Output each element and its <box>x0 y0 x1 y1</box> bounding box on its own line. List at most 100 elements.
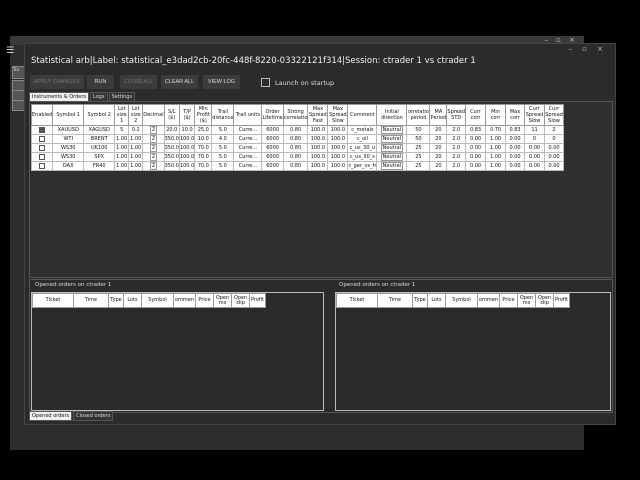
cell-cp[interactable]: 25 <box>406 161 431 171</box>
col-min-profit[interactable]: Min Profit ($) <box>194 104 213 126</box>
cell-cm[interactable]: c_us_30_s <box>347 152 378 162</box>
cell-s2[interactable]: FR40 <box>83 161 116 171</box>
col-spread-std[interactable]: Spread STD <box>446 104 467 126</box>
orders-left-col-price[interactable]: Price <box>195 293 214 308</box>
enabled-cell[interactable] <box>30 161 54 171</box>
orders-right-col-open-ms[interactable]: Open ms <box>517 293 536 308</box>
cell-cs2[interactable]: 0.00 <box>544 161 565 171</box>
col-trail-units[interactable]: Trail units <box>233 104 263 126</box>
cell-cc[interactable]: 0.00 <box>465 134 487 144</box>
cell-mn[interactable]: 0.70 <box>485 125 507 135</box>
decimals-dropdown[interactable]: 2 <box>149 126 157 134</box>
cell-mss[interactable]: 100.0 <box>327 161 349 171</box>
cell-mp[interactable]: 10.0 <box>194 134 213 144</box>
cell-cs2[interactable]: 0 <box>544 134 565 144</box>
orders-left-col-ticket[interactable]: Ticket <box>32 293 74 308</box>
cell-mx[interactable]: 0.00 <box>505 143 526 153</box>
cell-msf[interactable]: 100.0 <box>307 161 329 171</box>
orders-right-col-time[interactable]: Time <box>377 293 413 308</box>
cell-l1[interactable]: 5 <box>114 125 130 135</box>
orders-right-col-comment[interactable]: ommen <box>477 293 500 308</box>
table-row[interactable]: DAX FR40 1.00 1.00 2 350.0 100.0 70.0 5.0 Curre..… <box>30 161 565 171</box>
cell-s2[interactable]: SPX <box>83 152 116 162</box>
cell-ol[interactable]: 6000 <box>261 161 284 171</box>
cell-dec[interactable]: 2 <box>142 125 165 135</box>
cell-s1[interactable]: WS30 <box>52 152 85 162</box>
cell-dec[interactable]: 2 <box>142 152 165 162</box>
orders-right-col-open-slip[interactable]: Open slip <box>535 293 554 308</box>
decimals-dropdown[interactable]: 2 <box>149 135 157 143</box>
cell-cp[interactable]: 50 <box>406 125 431 135</box>
orders-right-col-price[interactable]: Price <box>499 293 518 308</box>
cell-mss[interactable]: 100.0 <box>327 143 349 153</box>
col-max-spread-fast[interactable]: Max Spread Fast <box>307 104 329 126</box>
cell-cs1[interactable]: 0.00 <box>524 152 546 162</box>
cell-s1[interactable]: WS30 <box>52 143 85 153</box>
col-enabled[interactable]: Enabled <box>30 104 54 126</box>
cell-cs2[interactable]: 2 <box>544 125 565 135</box>
cell-mp[interactable]: 25.0 <box>194 125 213 135</box>
col-curr-spread-1[interactable]: Curr Spread Slow <box>524 104 546 126</box>
cell-std[interactable]: 2.0 <box>446 134 467 144</box>
cell-l2[interactable]: 1.00 <box>128 161 144 171</box>
col-correlation-period[interactable]: orrelatio period <box>406 104 431 126</box>
direction-dropdown[interactable]: Neutral <box>380 135 404 143</box>
table-row[interactable]: WTI BRENT 1.00 1.00 2 350.0 100.0 10.0 4.0 Curre.… <box>30 134 565 144</box>
cell-dir[interactable]: Neutral <box>376 152 408 162</box>
cell-ma[interactable]: 20 <box>429 161 448 171</box>
cell-sc[interactable]: 0.80 <box>282 143 309 153</box>
enabled-cell[interactable] <box>30 152 54 162</box>
enabled-checkbox[interactable] <box>39 162 46 169</box>
tab-opened-orders[interactable]: Opened orders <box>29 411 73 421</box>
cell-dir[interactable]: Neutral <box>376 161 408 171</box>
cell-td[interactable]: 5.0 <box>211 143 235 153</box>
cell-dir[interactable]: Neutral <box>376 125 408 135</box>
cell-mp[interactable]: 70.0 <box>194 161 213 171</box>
cell-msf[interactable]: 100.0 <box>307 152 329 162</box>
cell-sl[interactable]: 350.0 <box>163 161 180 171</box>
cell-mss[interactable]: 100.0 <box>327 134 349 144</box>
cell-sc[interactable]: 0.80 <box>282 125 309 135</box>
cell-sl[interactable]: 350.0 <box>163 152 180 162</box>
cell-cp[interactable]: 25 <box>406 143 431 153</box>
cell-cp[interactable]: 25 <box>406 152 431 162</box>
col-max-spread-slow[interactable]: Max Spread Slow <box>327 104 349 126</box>
cell-l1[interactable]: 1.00 <box>114 143 130 153</box>
col-decimals[interactable]: Decimal <box>142 104 165 126</box>
cell-s2[interactable]: BRENT <box>83 134 116 144</box>
hamburger-menu-icon[interactable]: ☰ <box>6 46 14 56</box>
launch-on-startup[interactable]: Launch on startup <box>261 78 334 87</box>
cell-tp[interactable]: 100.0 <box>178 161 196 171</box>
cell-mx[interactable]: 0.00 <box>505 161 526 171</box>
cell-cm[interactable]: c_metals <box>347 125 378 135</box>
cell-tp[interactable]: 100.0 <box>178 143 196 153</box>
cell-mx[interactable]: 0.00 <box>505 134 526 144</box>
cell-dir[interactable]: Neutral <box>376 143 408 153</box>
cell-std[interactable]: 2.0 <box>446 143 467 153</box>
cell-cm[interactable]: c_oil <box>347 134 378 144</box>
enabled-cell[interactable] <box>30 134 54 144</box>
cell-cm[interactable]: c_ger_vs_fr <box>347 161 378 171</box>
orders-right-col-lots[interactable]: Lots <box>427 293 446 308</box>
cell-td[interactable]: 4.0 <box>211 134 235 144</box>
cell-sc[interactable]: 0.80 <box>282 134 309 144</box>
cell-dec[interactable]: 2 <box>142 134 165 144</box>
cell-sc[interactable]: 0.80 <box>282 161 309 171</box>
view-log-button[interactable]: VIEW LOG <box>203 75 240 89</box>
cell-tu[interactable]: Curre... <box>233 134 263 144</box>
enabled-checkbox[interactable] <box>39 126 46 133</box>
cell-s1[interactable]: DAX <box>52 161 85 171</box>
col-trail-distance[interactable]: Trail distance <box>211 104 235 126</box>
cell-ma[interactable]: 20 <box>429 125 448 135</box>
decimals-dropdown[interactable]: 2 <box>149 144 157 152</box>
cell-tp[interactable]: 10.0 <box>178 125 196 135</box>
cell-tu[interactable]: Curre... <box>233 161 263 171</box>
cell-s2[interactable]: UK100 <box>83 143 116 153</box>
cell-mx[interactable]: 0.00 <box>505 152 526 162</box>
col-max-corr[interactable]: Max corr <box>505 104 526 126</box>
cell-sl[interactable]: 350.0 <box>163 143 180 153</box>
cell-l1[interactable]: 1.00 <box>114 161 130 171</box>
cell-mp[interactable]: 70.0 <box>194 152 213 162</box>
enabled-cell[interactable] <box>30 143 54 153</box>
col-symbol1[interactable]: Symbol 1 <box>52 104 85 126</box>
